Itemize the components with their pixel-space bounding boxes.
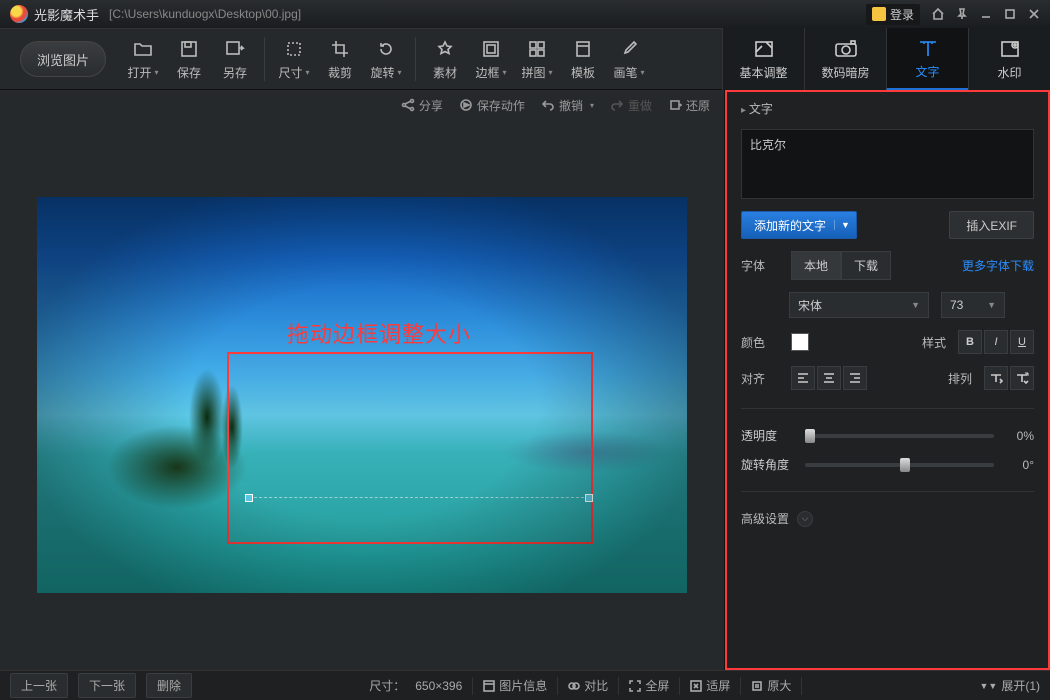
annotation-rect[interactable] [227,352,593,544]
style-italic[interactable]: I [984,330,1008,354]
maximize-button[interactable] [998,4,1022,24]
rotation-slider[interactable] [805,463,994,467]
original-size-button[interactable]: 原大 [751,677,791,694]
app-title: 光影魔术手 [34,5,99,24]
crop-icon [329,38,351,60]
tool-open[interactable]: 打开▾ [120,38,166,81]
browse-images-button[interactable]: 浏览图片 [20,41,106,77]
login-chip[interactable]: 登录 [866,4,920,25]
next-button[interactable]: 下一张 [78,673,136,698]
rtab-watermark[interactable]: 水印 [968,28,1050,90]
login-avatar-icon [872,7,886,21]
open-icon [132,38,154,60]
more-fonts-link[interactable]: 更多字体下载 [962,257,1034,274]
tool-size[interactable]: 尺寸▾ [271,38,317,81]
rotation-value: 0° [1004,458,1034,472]
minimize-button[interactable] [974,4,998,24]
app-logo-icon [10,5,28,23]
rtab-basic[interactable]: 基本调整 [722,28,804,90]
font-tab-local[interactable]: 本地 [791,251,841,280]
expand-button[interactable]: ▼▼展开(1) [980,677,1041,694]
align-left[interactable] [791,366,815,390]
titlebar: 光影魔术手 [C:\Users\kunduogx\Desktop\00.jpg]… [0,0,1050,28]
tool-frame[interactable]: 边框▾ [468,38,514,81]
rtab-text[interactable]: 文字 [886,28,968,90]
material-icon [434,38,456,60]
image-info-button[interactable]: 图片信息 [483,677,547,694]
size-icon [283,38,305,60]
fullscreen-button[interactable]: 全屏 [629,677,669,694]
size-label: 尺寸： [369,677,405,694]
canvas-image[interactable]: 拖动边框调整大小 [37,197,687,593]
action-bar: 分享 保存动作 撤销▾ 重做 还原 [0,90,724,120]
compare-button[interactable]: 对比 [568,677,608,694]
align-label: 对齐 [741,370,779,387]
statusbar: 上一张 下一张 删除 尺寸： 650×396 图片信息 对比 全屏 适屏 原大 … [0,670,1050,700]
insert-exif-button[interactable]: 插入EXIF [949,211,1034,239]
home-button[interactable] [926,4,950,24]
chevron-down-icon: ⌵ [797,511,813,527]
tool-material[interactable]: 素材 [422,38,468,81]
opacity-label: 透明度 [741,427,795,444]
tool-brush[interactable]: 画笔▾ [606,38,652,81]
prev-button[interactable]: 上一张 [10,673,68,698]
add-text-button[interactable]: 添加新的文字▼ [741,211,857,239]
pin-button[interactable] [950,4,974,24]
file-path: [C:\Users\kunduogx\Desktop\00.jpg] [109,7,301,21]
size-value: 650×396 [415,679,462,693]
tool-rotate[interactable]: 旋转▾ [363,38,409,81]
style-label: 样式 [922,334,946,351]
font-tab-download[interactable]: 下载 [841,251,891,280]
main-toolbar: 浏览图片 打开▾ 保存 另存 尺寸▾ 裁剪 旋转▾ 素材 边框▾ 拼图▾ 模板 [0,28,1050,90]
arrange-label: 排列 [948,370,972,387]
tool-crop[interactable]: 裁剪 [317,38,363,81]
tool-saveas[interactable]: 另存 [212,38,258,81]
action-revert[interactable]: 还原 [668,97,710,114]
action-share[interactable]: 分享 [401,97,443,114]
tool-save[interactable]: 保存 [166,38,212,81]
font-family-select[interactable]: 宋体▼ [789,292,929,318]
rotation-label: 旋转角度 [741,456,795,473]
align-right[interactable] [843,366,867,390]
style-bold[interactable]: B [958,330,982,354]
color-label: 颜色 [741,334,779,351]
frame-icon [480,38,502,60]
tool-collage[interactable]: 拼图▾ [514,38,560,81]
color-swatch[interactable] [791,333,809,351]
style-underline[interactable]: U [1010,330,1034,354]
template-icon [572,38,594,60]
opacity-value: 0% [1004,429,1034,443]
action-undo[interactable]: 撤销▾ [541,97,594,114]
rtab-darkroom[interactable]: 数码暗房 [804,28,886,90]
fit-button[interactable]: 适屏 [690,677,730,694]
opacity-slider[interactable] [805,434,994,438]
font-size-select[interactable]: 73▼ [941,292,1005,318]
arrange-vertical[interactable] [1010,366,1034,390]
action-redo[interactable]: 重做 [610,97,652,114]
saveas-icon [224,38,246,60]
action-save-action[interactable]: 保存动作 [459,97,525,114]
align-center[interactable] [817,366,841,390]
tool-template[interactable]: 模板 [560,38,606,81]
panel-heading[interactable]: 文字 [741,100,1034,117]
advanced-settings[interactable]: 高级设置 ⌵ [741,510,1034,527]
font-label: 字体 [741,257,779,274]
brush-icon [618,38,640,60]
save-icon [178,38,200,60]
text-edit-handle[interactable] [249,497,589,498]
arrange-horizontal[interactable] [984,366,1008,390]
text-panel: 文字 添加新的文字▼ 插入EXIF 字体 本地 下载 更多字体下载 宋体▼ 73… [725,90,1050,670]
font-source-toggle[interactable]: 本地 下载 [791,251,891,280]
right-tabs: 基本调整 数码暗房 文字 水印 [722,28,1050,90]
rotate-icon [375,38,397,60]
login-label: 登录 [890,6,914,23]
annotation-text: 拖动边框调整大小 [287,317,471,349]
collage-icon [526,38,548,60]
text-input[interactable] [741,129,1034,199]
close-button[interactable] [1022,4,1046,24]
canvas-area: 分享 保存动作 撤销▾ 重做 还原 拖动边框调整大小 [0,90,725,670]
delete-button[interactable]: 删除 [146,673,192,698]
